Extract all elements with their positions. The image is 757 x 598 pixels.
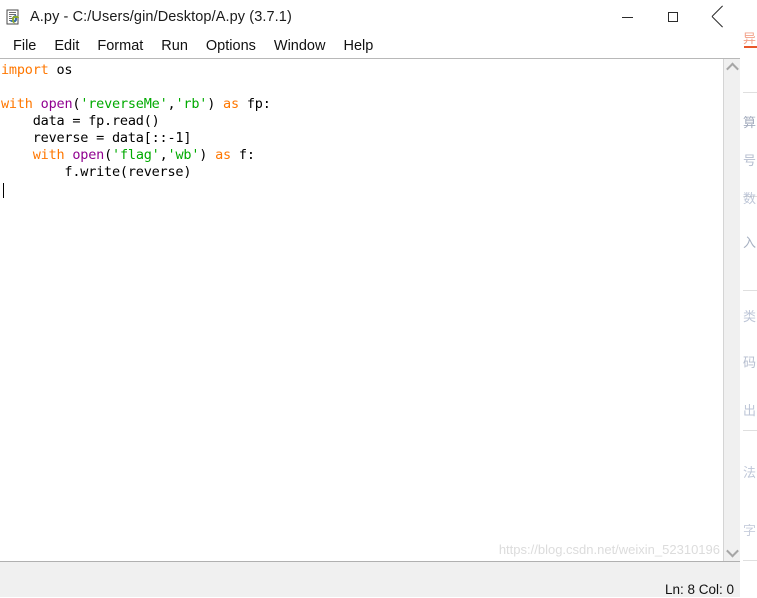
window-controls [605, 0, 740, 34]
window-title: A.py - C:/Users/gin/Desktop/A.py (3.7.1) [30, 9, 292, 25]
background-text-fragment: 字 [742, 524, 756, 539]
close-button[interactable] [695, 0, 740, 34]
cursor-position-indicator: Ln: 8 Col: 0 [664, 582, 734, 597]
status-bar: Ln: 8 Col: 0 [0, 561, 740, 597]
menu-item-help[interactable]: Help [334, 36, 382, 57]
source-code: import os with open('reverseMe','rb') as… [1, 62, 271, 180]
background-text-fragment: 法 [742, 466, 756, 481]
editor-region: import os with open('reverseMe','rb') as… [0, 59, 740, 561]
background-divider [743, 560, 757, 561]
maximize-icon [667, 12, 678, 22]
scroll-down-arrow-button[interactable] [724, 544, 740, 561]
menu-item-file[interactable]: File [4, 36, 45, 57]
menu-item-options[interactable]: Options [197, 36, 265, 57]
menu-bar: File Edit Format Run Options Window Help [0, 34, 740, 59]
background-text-fragment: 数 [742, 192, 756, 207]
idle-editor-window: A.py - C:/Users/gin/Desktop/A.py (3.7.1)… [0, 0, 740, 598]
background-text-fragment: 类 [742, 310, 756, 325]
background-text-fragment: 码 [742, 356, 756, 371]
python-idle-icon [6, 9, 23, 26]
background-text-fragment: 算 [742, 116, 756, 131]
maximize-button[interactable] [650, 0, 695, 34]
title-bar[interactable]: A.py - C:/Users/gin/Desktop/A.py (3.7.1) [0, 0, 740, 34]
chevron-down-icon [725, 544, 739, 558]
minimize-button[interactable] [605, 0, 650, 34]
chevron-up-icon [725, 62, 739, 76]
code-editor[interactable]: import os with open('reverseMe','rb') as… [0, 59, 723, 561]
background-divider [743, 290, 757, 291]
background-text-fragment: 异 [742, 32, 756, 47]
background-text-fragment: 号 [742, 154, 756, 169]
menu-item-edit[interactable]: Edit [45, 36, 88, 57]
background-divider [743, 430, 757, 431]
scroll-up-arrow-button[interactable] [724, 59, 740, 76]
close-icon [712, 11, 724, 23]
menu-item-run[interactable]: Run [152, 36, 197, 57]
minimize-icon [622, 16, 633, 18]
vertical-scrollbar[interactable] [723, 59, 740, 561]
background-text-fragment: 入 [742, 236, 756, 251]
background-divider [743, 92, 757, 93]
text-caret [3, 183, 4, 198]
background-text-fragment: 出 [742, 404, 756, 419]
watermark-text: https://blog.csdn.net/weixin_52310196 [498, 542, 720, 557]
menu-item-window[interactable]: Window [265, 36, 335, 57]
menu-item-format[interactable]: Format [88, 36, 152, 57]
